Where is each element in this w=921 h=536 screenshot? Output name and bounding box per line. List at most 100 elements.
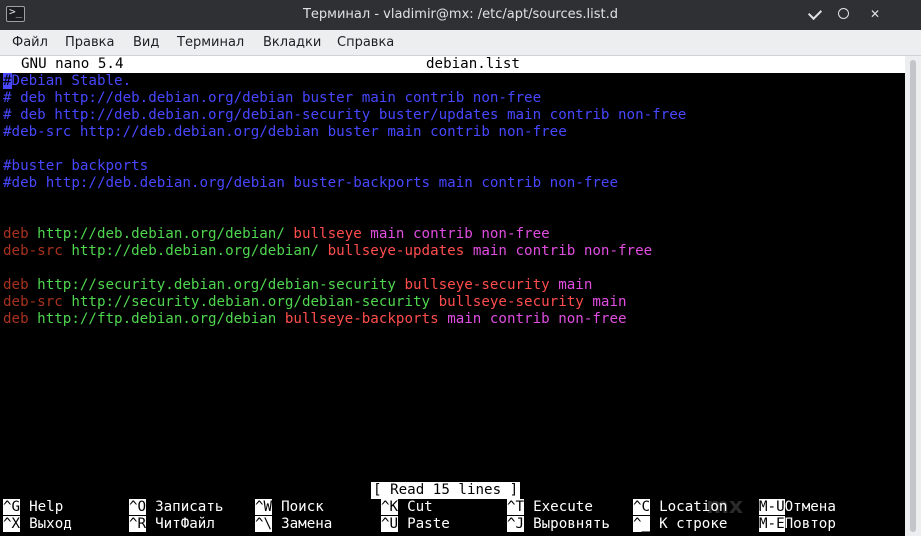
file-line: deb http://ftp.debian.org/debian bullsey… xyxy=(3,311,627,328)
shortcut-item: ^W Поиск xyxy=(255,499,324,516)
line-segment: http://security.debian.org/debian-securi… xyxy=(37,277,405,293)
shortcut-label: Paste xyxy=(407,516,450,532)
shortcut-key: ^C xyxy=(633,499,651,515)
shortcut-key: ^R xyxy=(129,516,147,532)
shortcut-label: Help xyxy=(29,499,64,515)
shortcut-item: ^C Location xyxy=(633,499,727,516)
shortcut-key: M-E xyxy=(759,516,785,532)
shortcut-label: Cut xyxy=(407,499,433,515)
file-line: # deb http://deb.debian.org/debian-secur… xyxy=(3,107,686,124)
shortcut-item: ^U Paste xyxy=(381,516,450,533)
file-line: #buster backports xyxy=(3,158,148,175)
line-segment: main contrib non-free xyxy=(472,243,653,259)
file-line: deb http://deb.debian.org/debian/ bullse… xyxy=(3,226,550,243)
line-segment: deb xyxy=(3,226,38,242)
shortcut-item: ^R ЧитФайл xyxy=(129,516,215,533)
line-segment: main xyxy=(592,294,627,310)
window-title: Терминал - vladimir@mx: /etc/apt/sources… xyxy=(302,7,619,22)
line-segment: bullseye-security xyxy=(404,277,559,293)
shortcut-item: M-EПовтор xyxy=(759,516,836,533)
menu-help[interactable]: Справка xyxy=(337,35,394,50)
file-line: #deb-src http://deb.debian.org/debian bu… xyxy=(3,124,567,141)
shortcut-label: Location xyxy=(659,499,728,515)
shortcut-key: ^\ xyxy=(255,516,273,532)
minimize-icon[interactable] xyxy=(806,5,823,22)
shortcut-label: Поиск xyxy=(281,499,324,515)
file-line: deb-src http://security.debian.org/debia… xyxy=(3,294,627,311)
shortcut-item: ^\ Замена xyxy=(255,516,332,533)
nano-version: GNU nano 5.4 xyxy=(21,56,124,72)
shortcut-label: Выход xyxy=(29,516,72,532)
line-segment: http://deb.debian.org/debian/ xyxy=(37,226,294,242)
scrollbar-thumb[interactable] xyxy=(910,60,916,532)
shortcut-key: ^U xyxy=(381,516,399,532)
line-segment: #buster backports xyxy=(3,158,149,174)
title-bar[interactable]: >_ Терминал - vladimir@mx: /etc/apt/sour… xyxy=(0,0,921,30)
text-cursor: # xyxy=(3,73,12,89)
shortcut-key: ^W xyxy=(255,499,273,515)
nano-filename: debian.list xyxy=(426,56,520,72)
file-line: # deb http://deb.debian.org/debian buste… xyxy=(3,90,541,107)
shortcut-key: ^T xyxy=(507,499,525,515)
shortcut-key: ^_ xyxy=(633,516,651,532)
shortcut-label: Отмена xyxy=(784,499,836,515)
terminal-window: >_ Терминал - vladimir@mx: /etc/apt/sour… xyxy=(0,0,921,536)
menu-bar: Файл Правка Вид Терминал Вкладки Справка xyxy=(0,30,921,56)
line-segment: #deb-src http://deb.debian.org/debian bu… xyxy=(3,124,567,140)
line-segment: main contrib non-free xyxy=(370,226,550,242)
shortcut-item: ^T Execute xyxy=(507,499,593,516)
shortcut-item: ^J Выровнять xyxy=(507,516,610,533)
line-segment: # deb http://deb.debian.org/debian-secur… xyxy=(3,107,687,123)
line-segment: bullseye-backports xyxy=(284,311,448,327)
shortcut-key: ^G xyxy=(3,499,21,515)
shortcut-key: ^K xyxy=(381,499,399,515)
shortcut-item: ^_ К строке xyxy=(633,516,727,533)
shortcut-label: Execute xyxy=(533,499,593,515)
line-segment: main xyxy=(558,277,593,293)
line-segment: bullseye-updates xyxy=(327,243,473,259)
line-segment: deb-src xyxy=(3,294,72,310)
scrollbar[interactable] xyxy=(905,56,921,536)
shortcut-label: Повтор xyxy=(784,516,836,532)
shortcut-label: ЧитФайл xyxy=(155,516,215,532)
file-line: #Debian Stable. xyxy=(3,73,131,90)
file-line: deb http://security.debian.org/debian-se… xyxy=(3,277,592,294)
menu-edit[interactable]: Правка xyxy=(65,35,114,50)
shortcut-key: ^J xyxy=(507,516,525,532)
shortcut-key: ^X xyxy=(3,516,21,532)
nano-header: GNU nano 5.4 debian.list xyxy=(0,56,905,73)
line-segment: Debian Stable. xyxy=(11,73,132,89)
shortcut-label: Замена xyxy=(281,516,333,532)
shortcut-item: ^O Записать xyxy=(129,499,223,516)
line-segment: http://security.debian.org/debian-securi… xyxy=(71,294,439,310)
shortcut-label: Записать xyxy=(155,499,224,515)
line-segment: deb-src xyxy=(3,243,72,259)
line-segment: bullseye-security xyxy=(438,294,593,310)
line-segment: bullseye xyxy=(293,226,371,242)
shortcut-label: Выровнять xyxy=(533,516,610,532)
line-segment: http://deb.debian.org/debian/ xyxy=(71,243,328,259)
line-segment: deb xyxy=(3,277,38,293)
line-segment: main contrib non-free xyxy=(447,311,627,327)
file-line: deb-src http://deb.debian.org/debian/ bu… xyxy=(3,243,652,260)
menu-file[interactable]: Файл xyxy=(12,35,48,50)
line-segment: # deb http://deb.debian.org/debian buste… xyxy=(3,90,542,106)
shortcut-key: ^O xyxy=(129,499,147,515)
shortcut-item: ^X Выход xyxy=(3,516,72,533)
terminal-area[interactable]: GNU nano 5.4 debian.list #Debian Stable.… xyxy=(0,56,905,536)
close-icon[interactable]: ✕ xyxy=(867,6,883,22)
menu-tabs[interactable]: Вкладки xyxy=(263,35,321,50)
file-line: #deb http://deb.debian.org/debian buster… xyxy=(3,175,618,192)
shortcut-key: M-U xyxy=(759,499,785,515)
menu-view[interactable]: Вид xyxy=(133,35,159,50)
nano-status: [ Read 15 lines ] xyxy=(371,482,521,499)
shortcut-label: К строке xyxy=(659,516,728,532)
shortcut-item: ^G Help xyxy=(3,499,63,516)
line-segment: http://ftp.debian.org/debian xyxy=(37,311,285,327)
menu-terminal[interactable]: Терминал xyxy=(177,35,244,50)
shortcut-item: M-UОтмена xyxy=(759,499,836,516)
maximize-icon[interactable] xyxy=(836,6,852,22)
shortcut-item: ^K Cut xyxy=(381,499,433,516)
line-segment: deb xyxy=(3,311,38,327)
line-segment: #deb http://deb.debian.org/debian buster… xyxy=(3,175,618,191)
